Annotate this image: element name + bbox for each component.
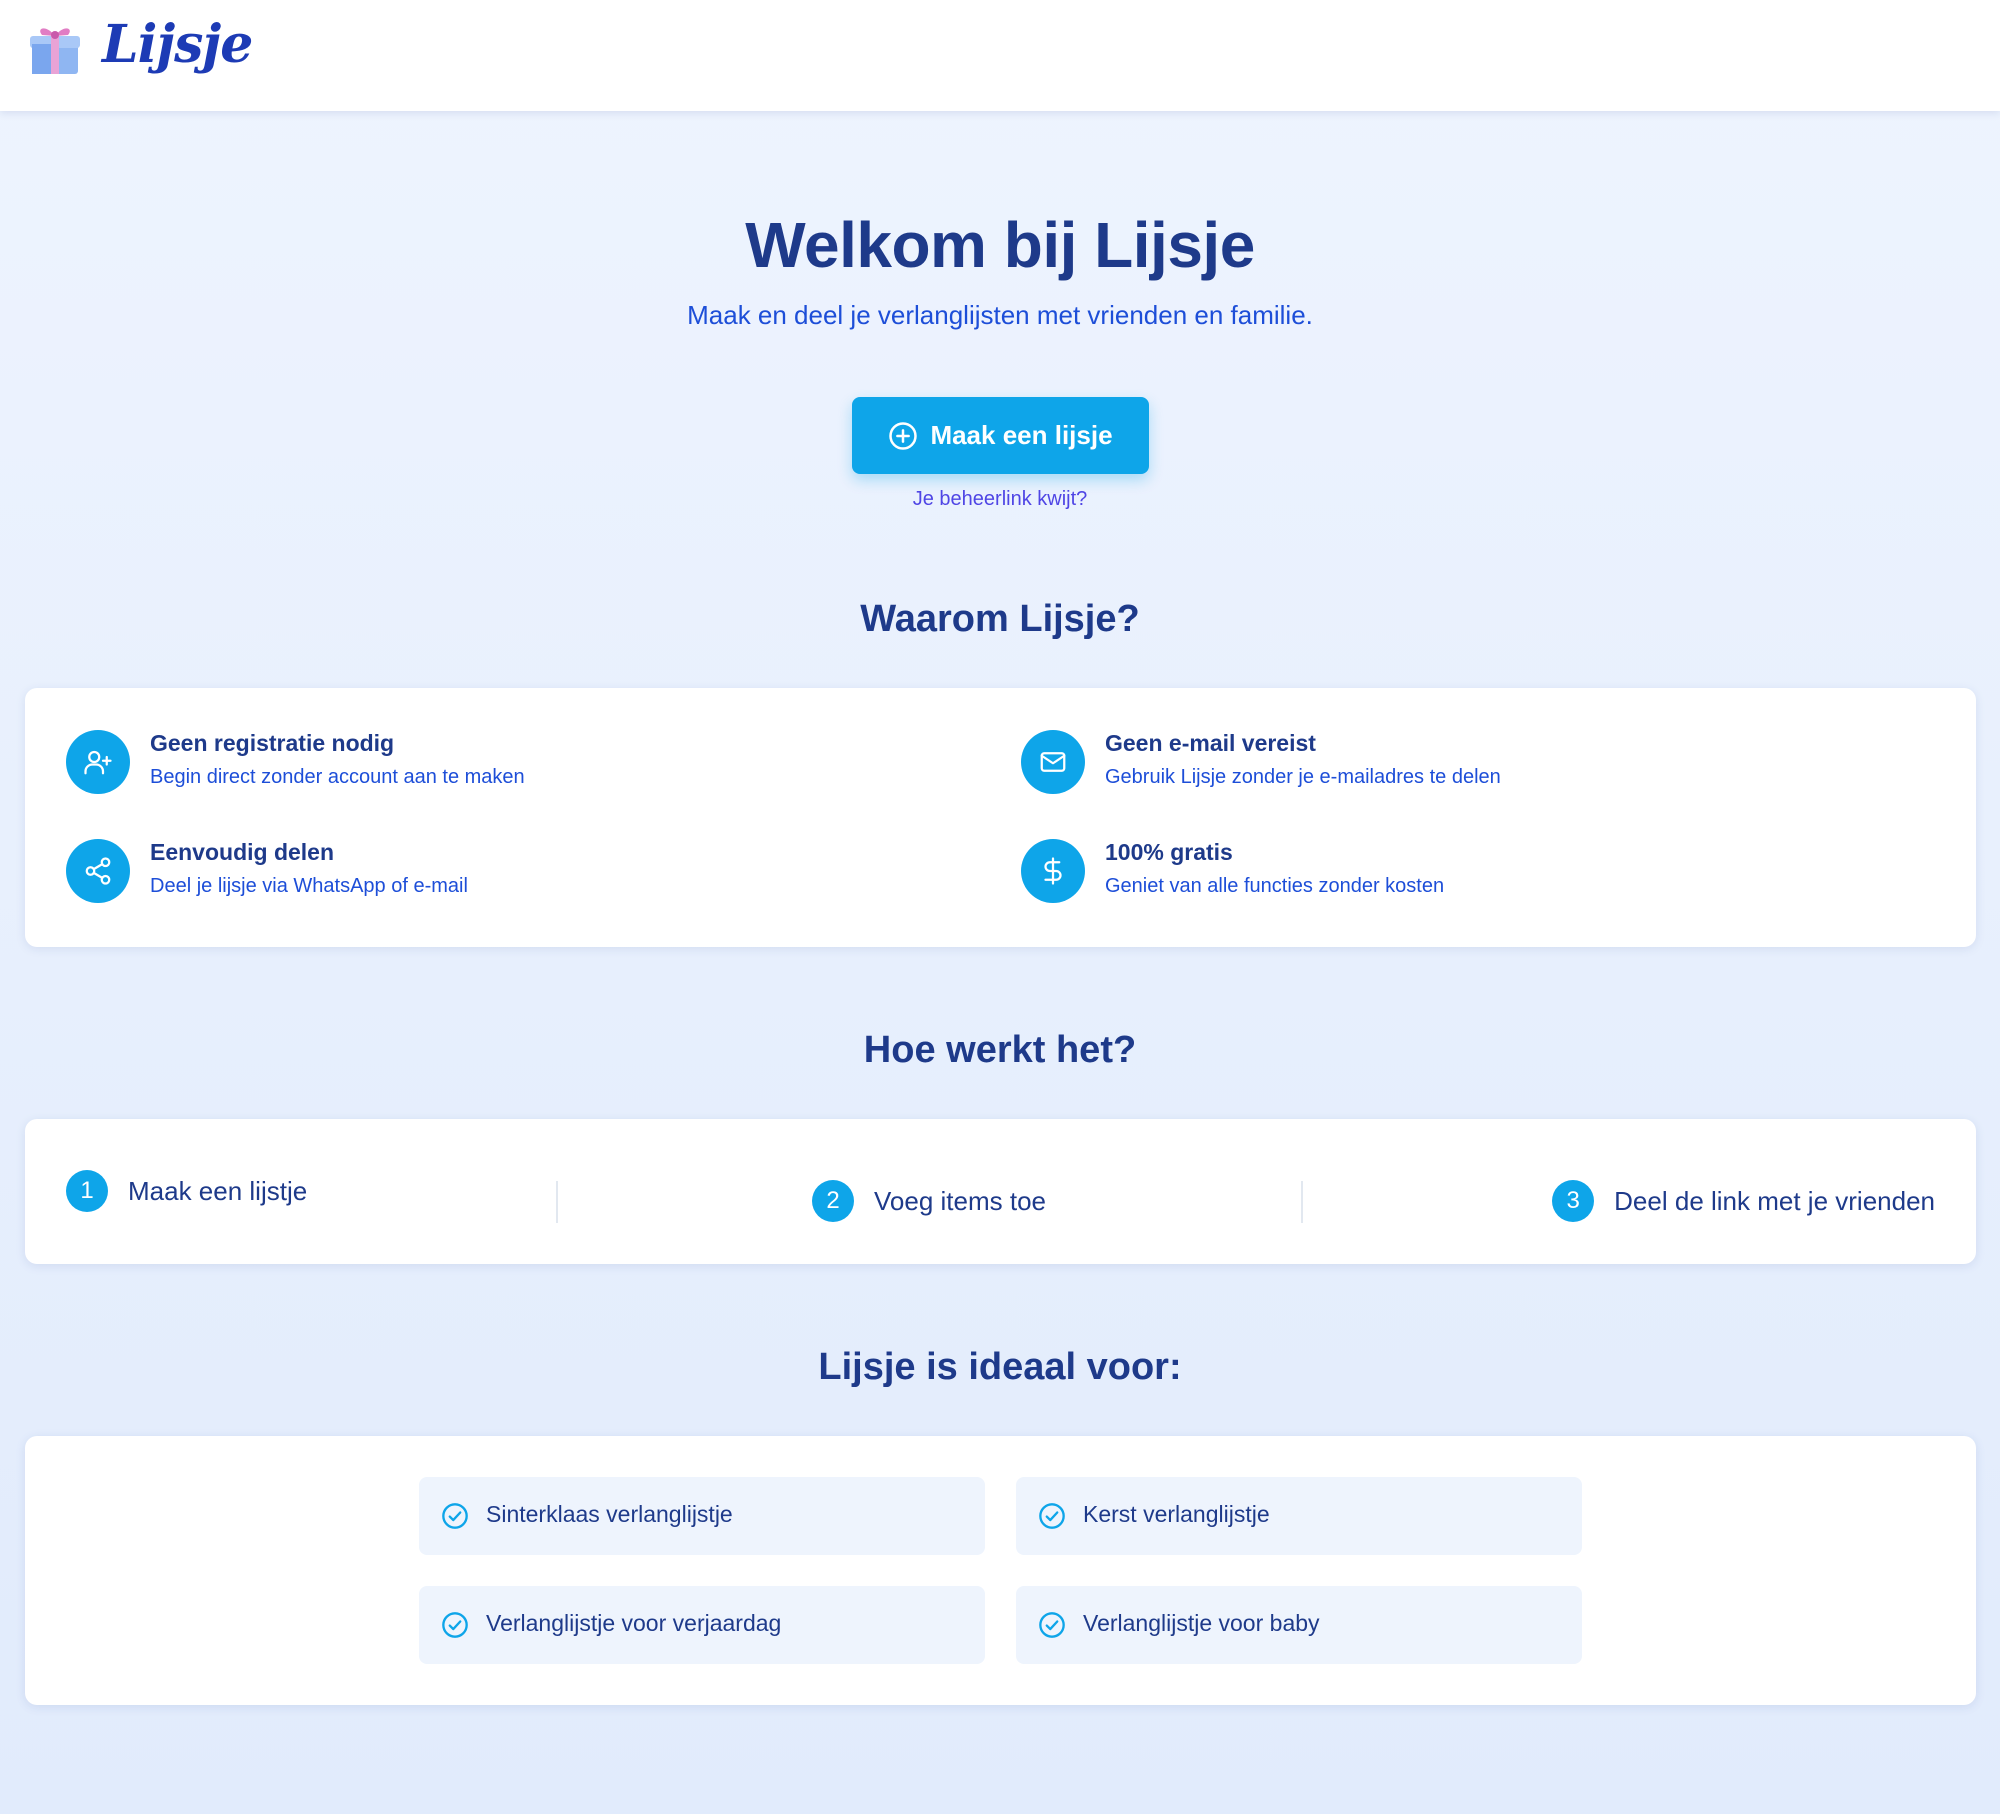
check-circle-icon [1039, 1612, 1065, 1638]
feature-description: Gebruik Lijsje zonder je e-mailadres te … [1105, 766, 1501, 788]
feature-free: 100% gratis Geniet van alle functies zon… [1021, 839, 1921, 903]
step-1: 1 Maak een lijstje [66, 1170, 307, 1212]
ideal-item: Kerst verlanglijstje [1016, 1477, 1582, 1555]
dollar-icon [1044, 857, 1062, 885]
why-section-title: Waarom Lijsje? [860, 598, 1140, 640]
feature-description: Geniet van alle functies zonder kosten [1105, 875, 1445, 897]
feature-no-email: Geen e-mail vereist Gebruik Lijsje zonde… [1021, 730, 1921, 794]
brand-logo-text[interactable]: Lijsje [102, 14, 253, 75]
ideal-card: Sinterklaas verlanglijstje Kerst verlang… [25, 1436, 1976, 1705]
gift-icon[interactable] [26, 20, 84, 78]
plus-circle-icon [889, 421, 918, 450]
step-2: 2 Voeg items toe [812, 1180, 1046, 1222]
create-list-button[interactable]: Maak een lijsje [852, 397, 1149, 474]
create-list-button-label: Maak een lijsje [930, 420, 1113, 450]
step-number: 1 [66, 1170, 108, 1212]
check-circle-icon [442, 1503, 468, 1529]
step-number: 3 [1552, 1180, 1595, 1222]
ideal-item: Verlanglijstje voor verjaardag [419, 1586, 985, 1664]
feature-title: 100% gratis [1105, 839, 1233, 865]
step-label: Maak een lijstje [128, 1175, 308, 1206]
step-number: 2 [812, 1180, 854, 1222]
step-label: Deel de link met je vrienden [1614, 1185, 1935, 1216]
page-subtitle: Maak en deel je verlanglijsten met vrien… [687, 300, 1313, 330]
top-header: Lijsje [0, 0, 2000, 111]
ideal-item: Sinterklaas verlanglijstje [419, 1477, 985, 1555]
feature-title: Geen e-mail vereist [1105, 730, 1316, 756]
check-circle-icon [1039, 1503, 1065, 1529]
feature-easy-sharing: Eenvoudig delen Deel je lijsje via Whats… [66, 839, 966, 903]
feature-description: Deel je lijsje via WhatsApp of e-mail [150, 875, 468, 897]
feature-title: Eenvoudig delen [150, 839, 335, 865]
step-divider [1301, 1181, 1303, 1223]
ideal-item-label: Kerst verlanglijstje [1083, 1501, 1270, 1527]
user-plus-icon [84, 750, 112, 775]
step-label: Voeg items toe [874, 1185, 1046, 1216]
step-divider [556, 1181, 558, 1223]
share-icon [85, 857, 111, 885]
step-3: 3 Deel de link met je vrienden [1552, 1180, 1935, 1222]
mail-icon [1040, 752, 1066, 772]
how-section-title: Hoe werkt het? [863, 1029, 1137, 1071]
ideal-item-label: Verlanglijstje voor baby [1083, 1610, 1320, 1636]
lost-admin-link[interactable]: Je beheerlink kwijt? [0, 488, 2000, 511]
ideal-item: Verlanglijstje voor baby [1016, 1586, 1582, 1664]
features-card: Geen registratie nodig Begin direct zond… [25, 688, 1976, 947]
ideal-item-label: Sinterklaas verlanglijstje [486, 1501, 733, 1527]
page-title: Welkom bij Lijsje [745, 209, 1255, 281]
ideal-section-title: Lijsje is ideaal voor: [818, 1346, 1182, 1388]
ideal-item-label: Verlanglijstje voor verjaardag [486, 1610, 782, 1636]
feature-title: Geen registratie nodig [150, 730, 395, 756]
steps-card: 1 Maak een lijstje 2 Voeg items toe 3 De… [25, 1119, 1976, 1264]
check-circle-icon [442, 1612, 468, 1638]
feature-no-registration: Geen registratie nodig Begin direct zond… [66, 730, 966, 794]
feature-description: Begin direct zonder account aan te maken [150, 766, 525, 788]
